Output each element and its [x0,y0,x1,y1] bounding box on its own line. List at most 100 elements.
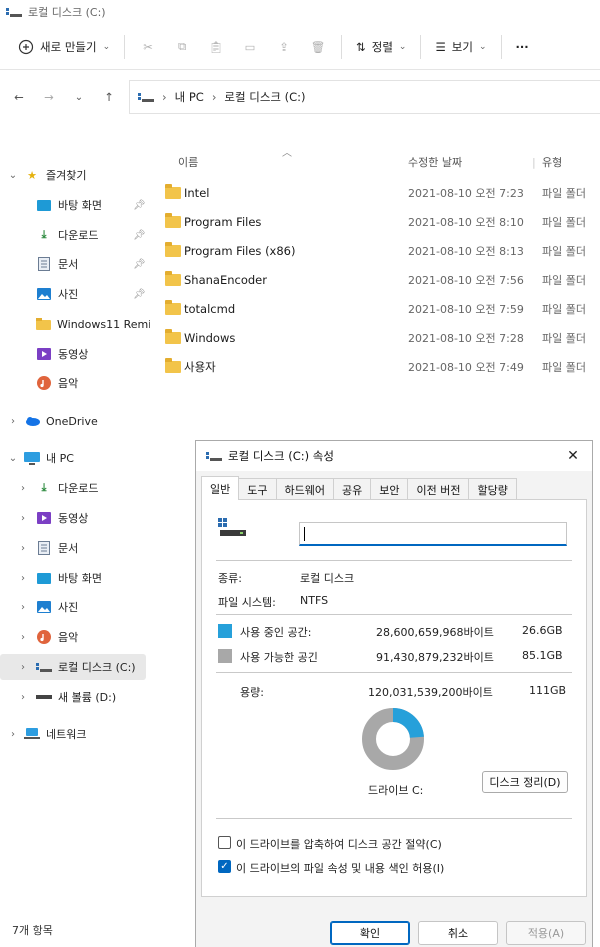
sidebar-item-pictures[interactable]: 사진 📌︎ [0,281,150,307]
dialog-titlebar[interactable]: 로컬 디스크 (C:) 속성 [196,441,592,471]
chevron-down-icon: ⌄ [478,41,487,52]
share-icon[interactable]: ⇪ [267,31,301,63]
sidebar-item-this-pc[interactable]: ⌄ 내 PC [0,445,150,471]
sidebar-item-quick-access[interactable]: ⌄ ★ 즐겨찾기 [0,162,150,188]
copy-icon[interactable]: ⧉ [165,31,199,63]
file-row[interactable]: Intel 2021-08-10 오전 7:23 파일 폴더 [150,178,600,207]
sidebar-item-pc-documents[interactable]: › 문서 [0,535,150,561]
compress-checkbox[interactable] [218,836,231,849]
file-row[interactable]: ShanaEncoder 2021-08-10 오전 7:56 파일 폴더 [150,265,600,294]
chevron-right-icon[interactable]: › [16,692,30,703]
file-row[interactable]: Program Files (x86) 2021-08-10 오전 8:13 파일 … [150,236,600,265]
file-name: Intel [184,185,210,200]
disk-cleanup-button[interactable]: 디스크 정리(D) [482,771,568,793]
file-type: 파일 폴더 [542,302,586,316]
file-row[interactable]: 사용자 2021-08-10 오전 7:49 파일 폴더 [150,352,600,381]
tab-general[interactable]: 일반 [201,476,240,500]
sidebar-item-local-disk[interactable]: › 로컬 디스크 (C:) [0,654,146,680]
column-header-type[interactable]: 유형 [542,150,562,174]
chevron-right-icon[interactable]: › [16,483,30,494]
cancel-button[interactable]: 취소 [418,921,498,945]
used-space-swatch [218,624,232,638]
drive-name-input[interactable] [299,522,567,546]
compress-label[interactable]: 이 드라이브를 압축하여 디스크 공간 절약(C) [236,836,442,852]
file-row[interactable]: totalcmd 2021-08-10 오전 7:59 파일 폴더 [150,294,600,323]
breadcrumb-this-pc[interactable]: 내 PC [175,89,204,105]
up-arrow-icon[interactable]: ↑ [94,82,124,112]
file-date: 2021-08-10 오전 8:10 [408,215,524,229]
ok-button[interactable]: 확인 [330,921,410,945]
sidebar-item-windows11[interactable]: Windows11 Remiz [0,311,150,337]
free-space-swatch [218,649,232,663]
sidebar-item-label: 문서 [58,542,79,555]
address-bar[interactable]: › 내 PC › 로컬 디스크 (C:) [129,80,600,114]
delete-icon[interactable]: 🗑︎ [301,31,335,63]
file-name: Windows [184,330,236,345]
sidebar-item-label: 다운로드 [58,229,99,242]
column-header-name[interactable]: 이름 [178,150,198,174]
more-button[interactable]: ··· [508,31,537,63]
chevron-right-icon[interactable]: › [16,543,30,554]
breadcrumb-local-disk[interactable]: 로컬 디스크 (C:) [224,89,305,105]
tab-tools[interactable]: 도구 [238,478,277,500]
column-divider[interactable]: | [532,150,536,174]
file-row[interactable]: Windows 2021-08-10 오전 7:28 파일 폴더 [150,323,600,352]
chevron-down-icon[interactable]: ⌄ [6,170,20,181]
divider [216,560,572,561]
sidebar-item-music[interactable]: 음악 [0,370,150,396]
file-type: 파일 폴더 [542,331,586,345]
sidebar-item-videos[interactable]: 동영상 [0,341,150,367]
sidebar-item-pc-music[interactable]: › 음악 [0,624,150,650]
chevron-right-icon[interactable]: › [6,729,20,740]
cut-icon[interactable]: ✂ [131,31,165,63]
view-button[interactable]: ☰ 보기 ⌄ [427,31,494,63]
tab-sharing[interactable]: 공유 [332,478,372,500]
chevron-right-icon[interactable]: › [6,416,20,427]
sidebar-item-documents[interactable]: 문서 📌︎ [0,251,150,277]
recent-chevron-icon[interactable]: ⌄ [64,82,94,112]
new-button[interactable]: 새로 만들기 ⌄ [10,31,118,63]
video-icon [36,347,52,361]
download-icon: ⤓ [41,228,47,241]
chevron-right-icon[interactable]: › [16,573,30,584]
sidebar-item-network[interactable]: › 네트워크 [0,721,150,747]
free-space-size: 85.1GB [522,649,563,662]
tab-quota[interactable]: 할당량 [468,478,517,500]
pin-icon: 📌︎ [133,258,146,270]
tab-security[interactable]: 보안 [370,478,409,500]
new-label: 새로 만들기 [40,39,97,54]
sort-button[interactable]: ⇅ 정렬 ⌄ [348,31,414,63]
tab-previous-versions[interactable]: 이전 버전 [407,478,470,500]
chevron-right-icon[interactable]: › [16,632,30,643]
forward-arrow-icon[interactable]: → [34,82,64,112]
sidebar-item-pc-pictures[interactable]: › 사진 [0,594,150,620]
sidebar-item-label: 내 PC [46,452,74,465]
close-icon[interactable]: ✕ [562,445,584,467]
drive-large-icon [218,518,246,536]
sidebar-item-onedrive[interactable]: › OneDrive [0,408,150,434]
sidebar-item-pc-desktop[interactable]: › 바탕 화면 [0,565,150,591]
sort-icon: ⇅ [356,39,366,54]
back-arrow-icon[interactable]: ← [4,82,34,112]
chevron-right-icon[interactable]: › [16,602,30,613]
file-row[interactable]: Program Files 2021-08-10 오전 8:10 파일 폴더 [150,207,600,236]
apply-button[interactable]: 적용(A) [506,921,586,945]
dialog-title: 로컬 디스크 (C:) 속성 [228,449,334,463]
sidebar-item-desktop[interactable]: 바탕 화면 📌︎ [0,192,150,218]
sidebar-item-pc-videos[interactable]: › 동영상 [0,505,150,531]
chevron-down-icon[interactable]: ⌄ [6,453,20,464]
paste-icon[interactable]: 📋︎ [199,31,233,63]
column-header-date[interactable]: 수정한 날짜 [408,150,462,174]
chevron-right-icon[interactable]: › [16,513,30,524]
chevron-right-icon[interactable]: › [16,662,30,673]
sidebar-item-downloads[interactable]: ⤓ 다운로드 📌︎ [0,222,150,248]
chevron-down-icon: ⌄ [102,41,111,52]
tab-hardware[interactable]: 하드웨어 [275,478,334,500]
divider [216,818,572,819]
rename-icon[interactable]: ▭ [233,31,267,63]
index-label[interactable]: 이 드라이브의 파일 속성 및 내용 색인 허용(I) [236,860,444,876]
sidebar-item-volume-d[interactable]: › 새 볼륨 (D:) [0,684,150,710]
divider [216,614,572,615]
sidebar-item-pc-downloads[interactable]: › ⤓ 다운로드 [0,475,150,501]
index-checkbox[interactable]: ✓ [218,860,231,873]
